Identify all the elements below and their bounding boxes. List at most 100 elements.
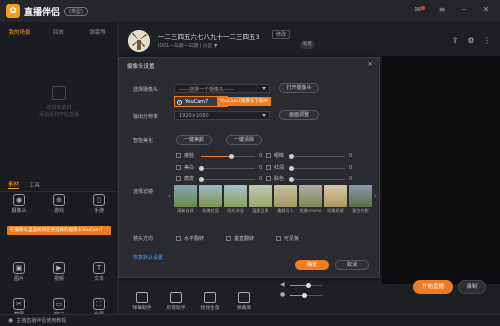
tool-find-business[interactable]: 找找生意 (194, 292, 226, 311)
source-video[interactable]: ▶ 视频 (44, 262, 74, 282)
menu-icon[interactable]: ≡ (436, 4, 448, 16)
camera-option-label: YouCam7 (185, 98, 209, 105)
filter-thumbnail (199, 185, 222, 207)
slider-knob[interactable] (289, 154, 294, 159)
tab-my-scene[interactable]: 我的场景 (0, 28, 39, 36)
flip-horizontal-checkbox[interactable] (176, 236, 181, 241)
status-bar: ◉ 主播直播伴侣使用教程 (0, 314, 500, 326)
open-camera-button[interactable]: 打开摄像头 (279, 83, 319, 93)
tab-tools[interactable]: 工具 (29, 181, 40, 189)
message-icon[interactable]: ✉ (412, 4, 425, 16)
filter-item[interactable]: 阳光沐浴 (224, 185, 247, 214)
flip-vertical-checkbox[interactable] (226, 236, 231, 241)
chevron-left-icon[interactable]: ‹ (168, 192, 171, 200)
stream-sub-info[interactable]: ID01一日期一日期 | 分区 ▼ (158, 42, 217, 49)
app-name: 直播伴侣 (24, 7, 61, 18)
help-icon[interactable]: ◉ (8, 317, 13, 324)
mic-volume-knob[interactable] (302, 293, 307, 298)
filter-item[interactable]: 清新自然 (174, 185, 197, 214)
speaker-volume[interactable]: ◀ (280, 282, 340, 288)
filter-thumbnail (174, 185, 197, 207)
slider-knob[interactable] (289, 177, 294, 182)
whitening-checkbox[interactable] (176, 165, 181, 170)
eyes-slider[interactable]: 0 (289, 153, 352, 159)
whitening-slider[interactable]: 0 (199, 165, 262, 171)
rosy-checkbox[interactable] (266, 165, 271, 170)
title-bar: ✿ 直播伴侣 (类型) ✉ ≡ – ✕ (0, 0, 500, 22)
slider-knob[interactable] (199, 166, 204, 171)
slider-knob[interactable] (228, 154, 234, 159)
tool-danmaku-library[interactable]: 弹幕库 (228, 292, 260, 311)
tutorial-link[interactable]: 主播直播伴侣使用教程 (16, 317, 66, 324)
slider-track (289, 154, 345, 159)
stream-title: 一二三四五六七八九十一二三四五3 (158, 33, 260, 41)
slim-face-checkbox[interactable] (176, 153, 181, 158)
one-click-beauty-button[interactable]: 一键美颜 (176, 135, 212, 145)
slim-face-label: 瘦脸 (184, 153, 195, 159)
slim-face-slider[interactable]: 0 (201, 153, 262, 159)
source-game[interactable]: ⊕ 游戏 (44, 194, 74, 214)
skin-tone-checkbox[interactable] (266, 176, 271, 181)
rosy-slider[interactable]: 0 (289, 164, 353, 171)
one-click-clear-button[interactable]: 一键清除 (226, 135, 262, 145)
slider-fill (201, 156, 231, 157)
slider-value: 0 (349, 164, 353, 171)
tool-label: 弹幕助手 (132, 306, 152, 311)
app-logo-icon: ✿ (6, 4, 20, 18)
edit-title-button[interactable]: 修改 (272, 30, 291, 39)
chevron-down-icon (262, 114, 266, 117)
flip-horizontal-label: 水平翻转 (184, 236, 205, 242)
mic-volume[interactable]: ● (280, 292, 340, 298)
visible-board-checkbox[interactable] (276, 236, 281, 241)
fullscreen-icon: ⛶ (93, 298, 105, 310)
minimize-icon[interactable]: – (458, 4, 470, 16)
source-text[interactable]: T 文本 (84, 262, 114, 282)
close-icon[interactable]: × (367, 60, 373, 68)
resolution-select[interactable]: 1920×1080 (174, 111, 270, 120)
start-live-button[interactable]: 开始直播 (413, 280, 453, 294)
slider-knob[interactable] (289, 166, 294, 171)
camera-select[interactable]: ——选择一个摄像头—— (174, 84, 270, 93)
filter-item[interactable]: 优雅cosmo (299, 185, 322, 214)
source-label: 手游 (93, 208, 104, 214)
stream-tag-badge[interactable]: 标签 (300, 41, 315, 49)
chevron-down-icon (262, 87, 266, 90)
confirm-button[interactable]: 确定 (295, 260, 329, 270)
slider-track (289, 166, 345, 171)
slider-knob[interactable] (199, 177, 204, 182)
filter-item[interactable]: 复古光影 (349, 185, 372, 214)
avatar[interactable] (128, 30, 150, 52)
filter-item[interactable]: 温柔日系 (249, 185, 272, 214)
filter-item[interactable]: 玫瑰花语 (199, 185, 222, 214)
adjust-picture-button[interactable]: 画面调整 (279, 110, 319, 120)
shield-icon (170, 292, 182, 303)
tab-material[interactable]: 素材 (8, 180, 20, 189)
more-icon[interactable]: ⋮ (482, 36, 492, 46)
share-icon[interactable]: ⇪ (450, 36, 460, 46)
smoothing-slider[interactable]: 0 (199, 176, 262, 182)
filter-item[interactable]: 珍珠质感 (324, 185, 347, 214)
filter-name: 玫瑰花语 (202, 208, 219, 213)
tab-danmaku[interactable]: 弹幕等 (78, 28, 117, 36)
gear-icon[interactable]: ⚙ (466, 36, 476, 46)
list-icon (238, 292, 250, 303)
chevron-right-icon[interactable]: › (374, 192, 377, 200)
filter-item[interactable]: 素颜可人 (274, 185, 297, 214)
source-mobile-game[interactable]: ▯ 手游 (84, 194, 114, 214)
tool-label: 弹幕库 (236, 306, 252, 311)
eyes-checkbox[interactable] (266, 153, 271, 158)
smoothing-checkbox[interactable] (176, 176, 181, 181)
tab-replay[interactable]: 回放 (39, 28, 78, 36)
close-icon[interactable]: ✕ (480, 4, 492, 16)
restore-defaults-link[interactable]: 恢复默认设置 (133, 254, 163, 261)
cancel-button[interactable]: 取消 (335, 260, 369, 270)
speaker-volume-knob[interactable] (306, 283, 311, 288)
tool-room-manager[interactable]: 房管助手 (160, 292, 192, 311)
tool-danmaku-assistant[interactable]: 弹幕助手 (126, 292, 158, 311)
source-image[interactable]: ▣ 图片 (4, 262, 34, 282)
record-button[interactable]: 录制 (458, 280, 486, 294)
source-camera[interactable]: ◉ 摄像头 (4, 194, 34, 214)
visible-board-label: 可见板 (284, 236, 300, 242)
skin-tone-slider[interactable]: 0 (289, 176, 352, 182)
resolution-select-value: 1920×1080 (179, 113, 209, 119)
